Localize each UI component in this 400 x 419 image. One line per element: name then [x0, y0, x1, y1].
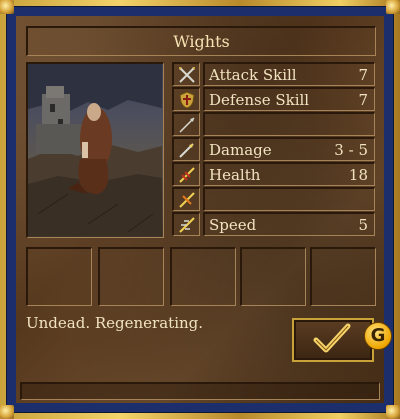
creature-name-title: Wights	[26, 26, 376, 56]
speed-icon	[172, 212, 200, 236]
stat-value: 7	[358, 91, 368, 109]
stat-row-damage: Damage 3 - 5	[203, 137, 375, 161]
shots-icon	[172, 112, 200, 136]
attack-skill-icon	[172, 62, 200, 86]
checkmark-icon	[313, 323, 351, 353]
stat-row-speed: Speed 5	[203, 212, 375, 236]
damage-icon	[172, 137, 200, 161]
stat-row-health: Health 18	[203, 162, 375, 186]
frame-corner-ornament	[386, 405, 400, 419]
stat-row-defense: Defense Skill 7	[203, 87, 375, 111]
frame-corner-ornament	[0, 405, 14, 419]
stat-label: Defense Skill	[209, 91, 310, 109]
stat-value: 5	[358, 216, 368, 234]
stat-value: 18	[348, 166, 368, 184]
stat-label: Speed	[209, 216, 257, 234]
ok-button[interactable]	[292, 318, 374, 362]
effect-slot-5[interactable]	[310, 247, 376, 306]
stat-row-shots	[203, 112, 375, 136]
effect-slot-3[interactable]	[170, 247, 236, 306]
health-left-icon	[172, 187, 200, 211]
watermark-badge: G	[364, 322, 392, 350]
stat-value: 3 - 5	[334, 141, 368, 159]
effect-slot-1[interactable]	[26, 247, 92, 306]
defense-skill-icon	[172, 87, 200, 111]
status-bar	[20, 382, 380, 400]
frame-corner-ornament	[0, 0, 14, 14]
creature-portrait	[26, 62, 164, 238]
effect-slot-4[interactable]	[240, 247, 306, 306]
stat-label: Health	[209, 166, 261, 184]
wight-portrait-image	[28, 64, 162, 236]
stat-value: 7	[358, 66, 368, 84]
stat-row-health-left	[203, 187, 375, 211]
creature-abilities-text: Undead. Regenerating.	[26, 314, 204, 332]
effect-slot-2[interactable]	[98, 247, 164, 306]
stat-label: Attack Skill	[209, 66, 297, 84]
stat-label: Damage	[209, 141, 272, 159]
stat-row-attack: Attack Skill 7	[203, 62, 375, 86]
health-icon	[172, 162, 200, 186]
frame-corner-ornament	[386, 0, 400, 14]
